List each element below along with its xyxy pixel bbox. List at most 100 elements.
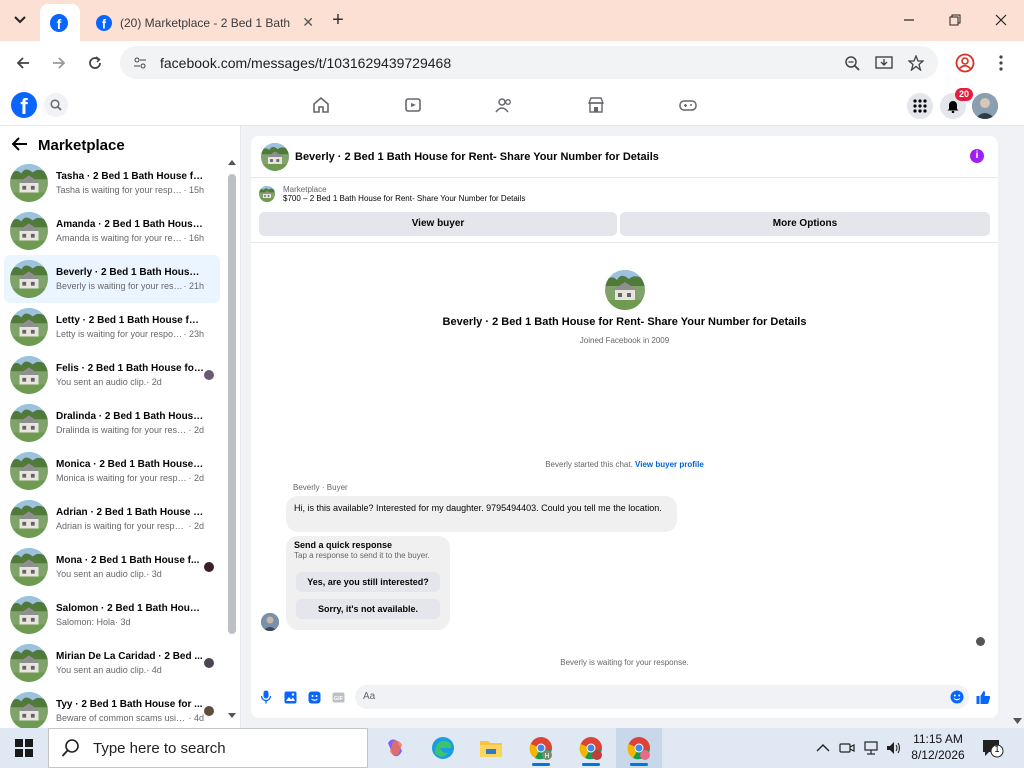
account-avatar[interactable] (972, 93, 998, 119)
sticker-icon[interactable] (306, 689, 322, 705)
nav-home[interactable] (301, 92, 341, 118)
menu-button[interactable] (907, 93, 933, 119)
facebook-logo-icon[interactable]: f (11, 92, 37, 118)
taskbar-search[interactable]: Type here to search (48, 728, 368, 768)
chat-header: Beverly · 2 Bed 1 Bath House for Rent- S… (251, 136, 998, 178)
browser-tab-facebook[interactable]: f (40, 4, 80, 41)
taskbar-clock[interactable]: 11:15 AM 8/12/2026 (900, 731, 976, 763)
house-photo (261, 142, 289, 171)
conversation-item[interactable]: Beverly · 2 Bed 1 Bath House fo... Beverl… (4, 255, 220, 303)
video-icon (405, 98, 421, 112)
nav-friends[interactable] (484, 92, 524, 118)
avatar-image (972, 93, 998, 119)
chrome-app-profile-2[interactable] (568, 728, 614, 768)
conversation-name: Tasha · 2 Bed 1 Bath House for ... (56, 171, 204, 182)
tab-search-button[interactable] (8, 8, 32, 32)
file-explorer-app[interactable] (468, 728, 514, 768)
copilot-app[interactable] (372, 728, 418, 768)
search-button[interactable] (44, 93, 68, 117)
conversation-item[interactable]: Monica · 2 Bed 1 Bath House fo... Monica … (4, 447, 220, 495)
photo-icon[interactable] (282, 689, 298, 705)
edge-app[interactable] (420, 728, 466, 768)
start-button[interactable] (0, 728, 48, 768)
page-scrollbar[interactable] (1011, 126, 1024, 728)
more-options-button[interactable]: More Options (620, 212, 990, 236)
meet-now-icon[interactable] (839, 740, 855, 756)
nav-video[interactable] (393, 92, 433, 118)
close-tab-icon[interactable]: ✕ (302, 14, 314, 31)
back-arrow-icon[interactable] (11, 135, 28, 156)
conversation-name: Mona · 2 Bed 1 Bath House f... (56, 555, 200, 566)
restore-button[interactable] (932, 8, 978, 32)
notification-badge: 20 (955, 88, 973, 101)
conversation-snippet: Letty is waiting for your response. (56, 329, 184, 339)
browser-menu-button[interactable] (990, 52, 1012, 74)
minimize-button[interactable] (886, 8, 932, 32)
scroll-up-icon (228, 160, 236, 165)
microphone-icon[interactable] (258, 689, 274, 705)
webcam-icon (839, 743, 855, 753)
new-tab-button[interactable]: + (328, 10, 348, 30)
conversation-item[interactable]: Tasha · 2 Bed 1 Bath House for ... Tasha … (4, 159, 220, 207)
chevron-down-icon (14, 16, 26, 24)
reload-button[interactable] (82, 50, 108, 76)
chrome-icon (627, 737, 650, 760)
quick-response-card: Send a quick response Tap a response to … (286, 536, 450, 630)
quick-reply-interested[interactable]: Yes, are you still interested? (296, 572, 440, 592)
zoom-icon[interactable] (842, 53, 862, 73)
conversation-time: · 4d (146, 665, 162, 675)
close-window-button[interactable] (978, 8, 1024, 32)
house-photo (259, 186, 275, 202)
browser-tab-marketplace[interactable]: f (20) Marketplace - 2 Bed 1 Bath ✕ (86, 4, 324, 41)
url-bar[interactable]: facebook.com/messages/t/1031629439729468 (120, 46, 938, 79)
install-app-icon[interactable] (874, 53, 894, 73)
grid-menu-icon (913, 99, 927, 113)
conversation-item[interactable]: Mona · 2 Bed 1 Bath House f... You sent a… (4, 543, 220, 591)
conversation-item[interactable]: Mirian De La Caridad · 2 Bed ... You sent… (4, 639, 220, 687)
like-button[interactable] (975, 689, 991, 705)
chat-title[interactable]: Beverly · 2 Bed 1 Bath House for Rent- S… (295, 151, 659, 163)
notification-center-button[interactable]: 1 (982, 738, 1004, 758)
site-info-icon[interactable] (130, 53, 150, 73)
buyer-profile-avatar[interactable] (605, 270, 645, 310)
conversation-item[interactable]: Amanda · 2 Bed 1 Bath House f... Amanda i… (4, 207, 220, 255)
gamepad-icon (679, 100, 697, 111)
reload-icon (89, 56, 101, 69)
conversation-item[interactable]: Felis · 2 Bed 1 Bath House for... You sen… (4, 351, 220, 399)
forward-button[interactable] (46, 50, 72, 76)
back-button[interactable] (10, 50, 36, 76)
conversation-item[interactable]: Salomon · 2 Bed 1 Bath House f... Salomon… (4, 591, 220, 639)
bookmark-star-icon[interactable] (906, 53, 926, 73)
network-icon[interactable] (863, 740, 879, 756)
buyer-avatar[interactable] (261, 613, 279, 631)
nav-gaming[interactable] (668, 92, 708, 118)
conversation-name: Letty · 2 Bed 1 Bath House for ... (56, 315, 204, 326)
profile-button[interactable] (954, 52, 976, 74)
show-hidden-icons[interactable] (815, 740, 831, 756)
sidebar-scrollbar[interactable] (228, 159, 236, 719)
chat-avatar[interactable] (261, 142, 289, 171)
gif-icon[interactable]: GIF (330, 689, 346, 705)
kebab-menu-icon (999, 55, 1003, 71)
quick-response-title: Send a quick response (294, 540, 393, 550)
conversation-avatar (10, 644, 48, 682)
view-buyer-button[interactable]: View buyer (259, 212, 617, 236)
nav-marketplace[interactable] (576, 92, 616, 118)
conversation-item[interactable]: Letty · 2 Bed 1 Bath House for ... Letty … (4, 303, 220, 351)
listing-strip[interactable]: Marketplace $700 – 2 Bed 1 Bath House fo… (251, 179, 998, 209)
scrollbar-thumb[interactable] (228, 174, 236, 634)
conversation-item[interactable]: Dralinda · 2 Bed 1 Bath House f... Dralin… (4, 399, 220, 447)
message-input[interactable]: Aa (355, 685, 969, 709)
chat-started-notice: Beverly started this chat. View buyer pr… (251, 460, 998, 469)
info-icon[interactable]: i (970, 149, 984, 163)
view-buyer-profile-link[interactable]: View buyer profile (635, 460, 704, 469)
chrome-app-profile-h[interactable]: H (518, 728, 564, 768)
conversation-item[interactable]: Adrian · 2 Bed 1 Bath House for... Adrian… (4, 495, 220, 543)
svg-text:H: H (544, 753, 549, 760)
quick-reply-not-available[interactable]: Sorry, it's not available. (296, 599, 440, 619)
chrome-app-profile-3[interactable] (616, 728, 662, 768)
read-receipt-avatar (204, 658, 214, 668)
emoji-icon[interactable] (949, 689, 965, 705)
sidebar-title: Marketplace (38, 136, 125, 154)
marketplace-icon (587, 97, 605, 113)
